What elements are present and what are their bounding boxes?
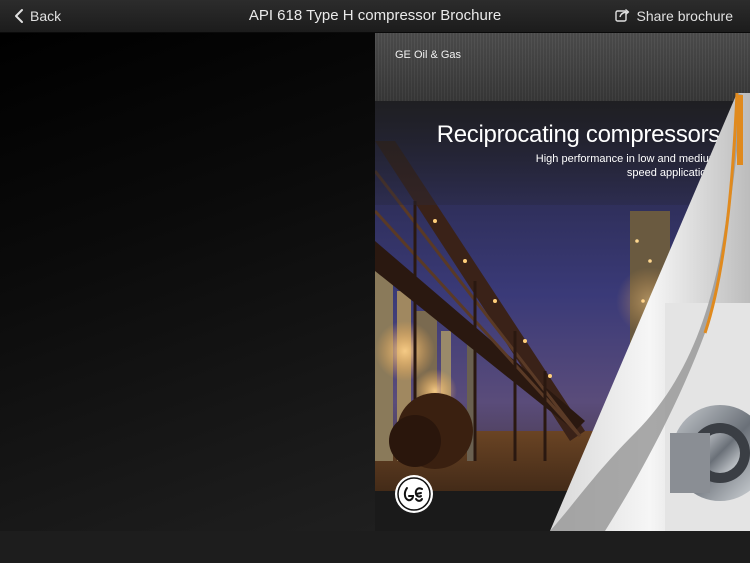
share-label: Share brochure xyxy=(636,8,733,24)
bottom-bar xyxy=(0,531,750,563)
brand-name: GE Oil & Gas xyxy=(395,49,462,61)
navigation-bar: Back API 618 Type H compressor Brochure … xyxy=(0,0,750,33)
cover-subtitle: High performance in low and medium speed… xyxy=(535,153,718,179)
brochure-cover-page[interactable]: GE Oil & Gas Reciprocating compressors H… xyxy=(375,33,750,531)
left-page-blank xyxy=(0,33,375,531)
ge-logo-icon xyxy=(394,474,434,514)
share-brochure-button[interactable]: Share brochure xyxy=(615,0,733,32)
chevron-left-icon xyxy=(14,8,24,24)
cover-top-band xyxy=(375,33,750,101)
cover-headline: Reciprocating compressors xyxy=(436,121,721,148)
share-icon xyxy=(615,8,630,25)
back-button[interactable]: Back xyxy=(14,0,61,32)
back-label: Back xyxy=(30,8,62,24)
